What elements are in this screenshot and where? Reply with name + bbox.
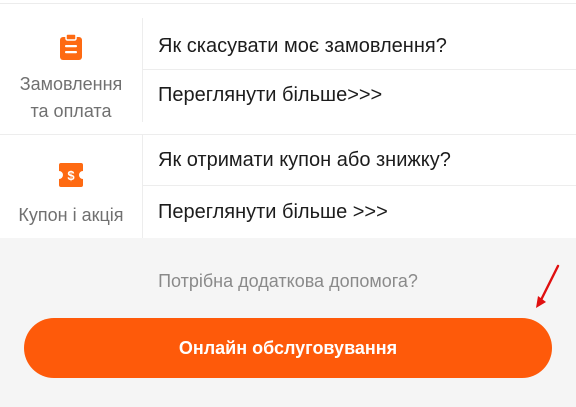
coupon-ticket-icon: $ bbox=[59, 163, 83, 187]
view-more-link[interactable]: Переглянути більше>>> bbox=[158, 81, 576, 109]
clipboard-icon bbox=[60, 33, 82, 60]
online-support-button[interactable]: Онлайн обслуговування bbox=[24, 318, 552, 378]
red-arrow-icon bbox=[536, 264, 560, 308]
svg-text:$: $ bbox=[67, 168, 75, 183]
category-label: Замовлення та оплата bbox=[19, 74, 123, 121]
view-more-link[interactable]: Переглянути більше >>> bbox=[158, 198, 576, 226]
row-divider bbox=[142, 185, 576, 186]
help-prompt: Потрібна додаткова допомога? bbox=[158, 271, 418, 291]
faq-question-get-coupon[interactable]: Як отримати купон або знижку? bbox=[158, 146, 576, 174]
column-divider bbox=[142, 134, 143, 238]
column-divider bbox=[142, 18, 143, 122]
row-divider bbox=[142, 69, 576, 70]
faq-question-cancel-order[interactable]: Як скасувати моє замовлення? bbox=[158, 32, 576, 60]
divider bbox=[0, 3, 576, 4]
category-label: Купон і акція bbox=[18, 205, 124, 225]
